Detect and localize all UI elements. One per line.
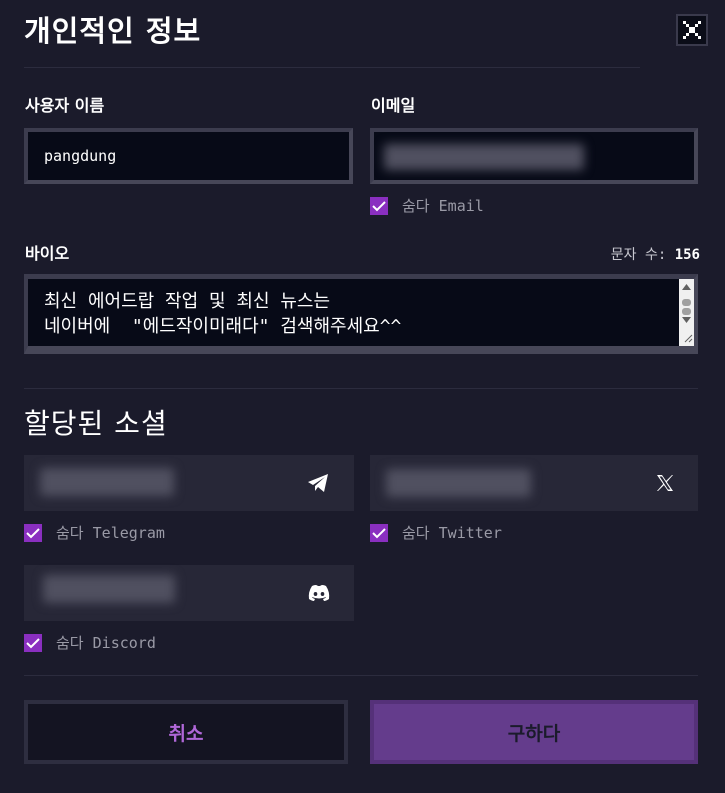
close-button[interactable] — [676, 14, 708, 46]
hide-discord-label: 숨다 Discord — [56, 634, 156, 652]
telegram-redacted — [40, 468, 174, 496]
hide-twitter-label: 숨다 Twitter — [402, 524, 502, 542]
hide-twitter-checkbox[interactable] — [370, 523, 388, 542]
char-count-value: 156 — [674, 247, 700, 263]
username-label: 사용자 이름 — [25, 96, 105, 115]
footer-divider — [24, 675, 698, 676]
check-icon — [372, 200, 386, 211]
hide-twitter-toggle[interactable]: 숨다 Twitter — [370, 522, 502, 543]
scroll-arrows-icon — [682, 284, 693, 343]
hide-email-label: 숨다 Email — [402, 197, 484, 215]
socials-title: 할당된 소셜 — [24, 407, 168, 440]
bio-value: 최신 에어드랍 작업 및 최신 뉴스는 네이버에 "에드작이미래다" 검색해주세… — [44, 291, 402, 337]
email-field[interactable] — [370, 128, 698, 184]
check-icon — [26, 527, 40, 538]
email-label: 이메일 — [371, 96, 416, 115]
close-icon — [683, 21, 701, 39]
check-icon — [372, 527, 386, 538]
hide-discord-checkbox[interactable] — [24, 633, 42, 652]
hide-telegram-checkbox[interactable] — [24, 523, 42, 542]
bio-textarea[interactable]: 최신 에어드랍 작업 및 최신 뉴스는 네이버에 "에드작이미래다" 검색해주세… — [24, 274, 698, 354]
char-count-label: 문자 수: — [610, 247, 667, 263]
bio-label: 바이오 — [25, 244, 70, 263]
hide-email-toggle[interactable]: 숨다 Email — [370, 195, 484, 216]
page-title: 개인적인 정보 — [24, 14, 202, 48]
telegram-field[interactable] — [24, 455, 354, 511]
telegram-icon — [307, 472, 329, 494]
discord-icon — [308, 582, 330, 604]
username-value: pangdung — [44, 147, 117, 165]
hide-telegram-label: 숨다 Telegram — [56, 524, 165, 542]
hide-discord-toggle[interactable]: 숨다 Discord — [24, 632, 156, 653]
twitter-field[interactable] — [370, 455, 698, 511]
personal-info-modal: 개인적인 정보 사용자 이름 pangdung 이메일 숨다 Email 바이오 — [0, 0, 725, 793]
discord-field[interactable] — [24, 565, 354, 621]
bio-scrollbar[interactable] — [679, 279, 694, 346]
hide-telegram-toggle[interactable]: 숨다 Telegram — [24, 522, 165, 543]
email-redacted — [384, 144, 584, 170]
save-button[interactable]: 구하다 — [370, 700, 698, 764]
username-field[interactable]: pangdung — [24, 128, 353, 184]
char-count: 문자 수: 156 — [611, 244, 700, 264]
hide-email-checkbox[interactable] — [370, 196, 388, 215]
cancel-button[interactable]: 취소 — [24, 700, 348, 764]
x-icon — [654, 472, 676, 494]
check-icon — [26, 637, 40, 648]
header-divider — [24, 67, 640, 68]
bio-divider — [24, 388, 698, 389]
discord-redacted — [43, 575, 175, 603]
twitter-redacted — [386, 469, 531, 497]
